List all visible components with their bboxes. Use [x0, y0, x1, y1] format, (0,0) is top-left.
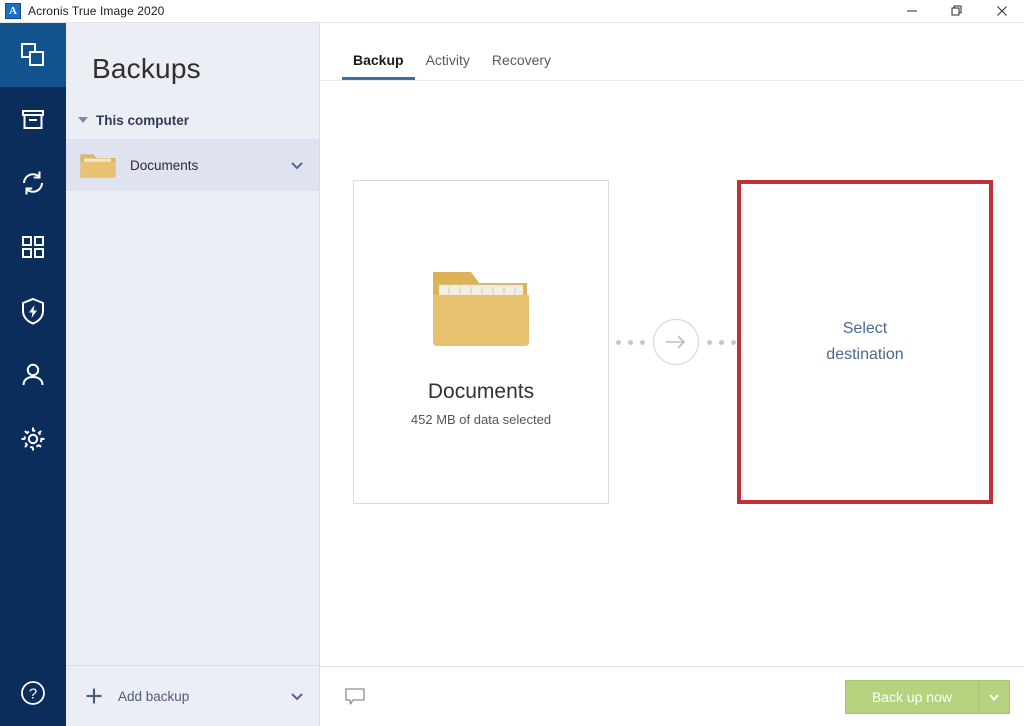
- add-backup-button[interactable]: Add backup: [66, 665, 319, 726]
- speech-bubble-icon[interactable]: [344, 687, 366, 707]
- tab-recovery[interactable]: Recovery: [481, 52, 562, 80]
- select-destination-line2: destination: [826, 346, 904, 363]
- close-icon[interactable]: [979, 0, 1024, 22]
- arrow-right-circle-icon: [653, 319, 699, 365]
- dot: [616, 339, 621, 345]
- backup-now-dropdown-chevron-down-icon[interactable]: [979, 680, 1009, 713]
- select-destination-line1: Select: [842, 320, 888, 338]
- title-bar: A Acronis True Image 2020: [0, 0, 1024, 23]
- application-window: A Acronis True Image 2020 ? Backups This…: [0, 0, 1024, 726]
- backup-now-split-button: Back up now: [844, 679, 1010, 714]
- triangle-down-icon: [78, 117, 88, 123]
- shield-bolt-icon: [18, 296, 48, 326]
- rail-item-archive[interactable]: [0, 87, 66, 151]
- group-this-computer[interactable]: This computer: [66, 107, 319, 133]
- connector-dots-right: [707, 339, 736, 345]
- backup-source-panel[interactable]: Documents 452 MB of data selected: [353, 180, 609, 504]
- backup-stage: Documents 452 MB of data selected Select…: [320, 81, 1024, 666]
- dot: [731, 339, 736, 345]
- gear-icon: [18, 424, 48, 454]
- listpane-spacer: [66, 191, 319, 665]
- dot: [628, 339, 633, 345]
- rail-item-tools[interactable]: [0, 215, 66, 279]
- backup-destination-panel[interactable]: Select destination: [737, 180, 993, 504]
- chevron-down-icon[interactable]: [289, 157, 305, 173]
- add-backup-label: Add backup: [118, 688, 190, 704]
- rail-item-settings[interactable]: [0, 407, 66, 471]
- source-subtitle: 452 MB of data selected: [410, 411, 552, 427]
- tab-bar: Backup Activity Recovery: [320, 23, 1024, 81]
- svg-text:?: ?: [29, 686, 37, 703]
- tab-activity[interactable]: Activity: [415, 52, 481, 80]
- plus-icon: [84, 686, 104, 706]
- window-body: ? Backups This computer Documents Add ba…: [0, 23, 1024, 726]
- backups-list-pane: Backups This computer Documents Add back…: [66, 23, 320, 726]
- group-label: This computer: [96, 112, 190, 128]
- content-area: Backup Activity Recovery Documents 452 M…: [320, 23, 1024, 726]
- window-controls: [889, 0, 1024, 22]
- backup-now-button[interactable]: Back up now: [845, 680, 979, 713]
- connector-dots-left: [616, 339, 645, 345]
- dot: [707, 339, 712, 345]
- rail-item-help[interactable]: ?: [0, 660, 66, 726]
- restore-icon[interactable]: [934, 0, 979, 22]
- grid-squares-icon: [19, 233, 47, 261]
- folder-icon: [80, 151, 116, 179]
- list-item-documents[interactable]: Documents: [66, 139, 319, 191]
- source-title: Documents: [427, 379, 535, 403]
- dot: [640, 339, 645, 345]
- source-to-destination-connector: [616, 319, 736, 365]
- archive-box-icon: [18, 104, 48, 134]
- page-title: Backups: [92, 53, 201, 84]
- open-folder-documents-icon: [427, 258, 535, 354]
- bottom-bar: Back up now: [320, 666, 1024, 726]
- rail-item-account[interactable]: [0, 343, 66, 407]
- add-backup-chevron-down-icon[interactable]: [289, 688, 305, 704]
- navigation-rail: ?: [0, 23, 66, 726]
- list-item-label: Documents: [130, 157, 199, 173]
- rail-item-sync[interactable]: [0, 151, 66, 215]
- select-destination-label: Select destination: [826, 316, 903, 367]
- window-title: Acronis True Image 2020: [28, 4, 165, 18]
- sync-arrows-icon: [18, 168, 48, 198]
- rail-item-protection[interactable]: [0, 279, 66, 343]
- backup-layers-icon: [18, 40, 48, 70]
- acronis-a-icon: A: [5, 3, 21, 19]
- person-icon: [18, 360, 48, 390]
- rail-item-backup[interactable]: [0, 23, 66, 87]
- dot: [719, 339, 724, 345]
- tab-backup[interactable]: Backup: [342, 52, 415, 80]
- rail-spacer: [0, 471, 66, 660]
- minimize-icon[interactable]: [889, 0, 934, 22]
- help-circle-icon: ?: [18, 678, 48, 708]
